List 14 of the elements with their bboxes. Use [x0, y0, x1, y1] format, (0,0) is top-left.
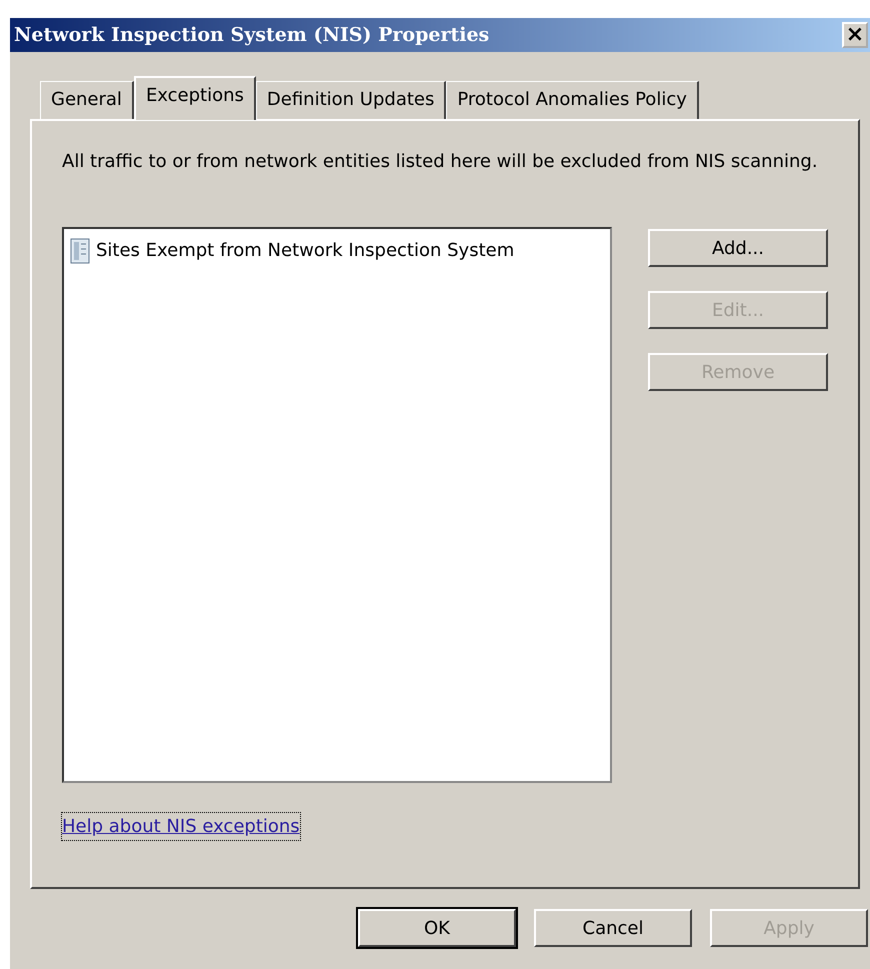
tab[interactable]: Definition Updates	[256, 81, 446, 119]
tab[interactable]: Exceptions	[134, 76, 256, 120]
dialog-button[interactable]: OK	[358, 909, 516, 947]
help-link[interactable]: Help about NIS exceptions	[62, 813, 300, 840]
dialog-button[interactable]: Add...	[648, 229, 828, 267]
tab[interactable]: Protocol Anomalies Policy	[446, 81, 699, 119]
window-title: Network Inspection System (NIS) Properties	[14, 22, 490, 48]
list-item[interactable]: Sites Exempt from Network Inspection System	[96, 237, 514, 264]
tab[interactable]: General	[40, 81, 134, 119]
dialog-button[interactable]: Cancel	[534, 909, 692, 947]
description-text: All traffic to or from network entities listed here will be excluded from NIS scanning.	[62, 150, 819, 174]
close-button[interactable]: ×	[842, 22, 868, 48]
server-icon	[70, 238, 90, 264]
list-box[interactable]: Sites Exempt from Network Inspection System	[62, 227, 612, 783]
